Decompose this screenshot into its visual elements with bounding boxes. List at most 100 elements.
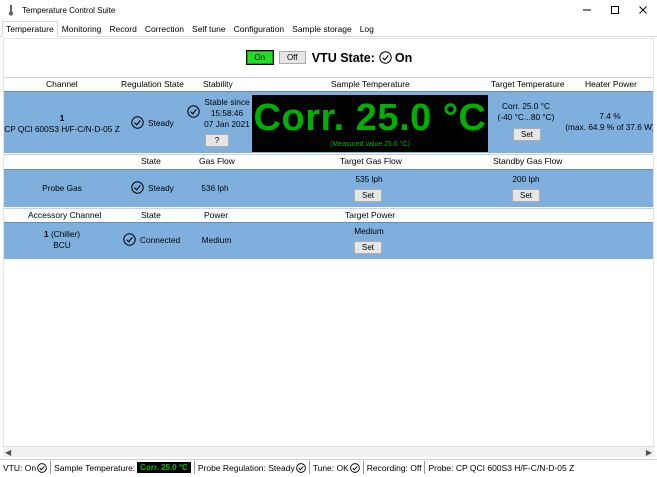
status-probe-regulation: Probe Regulation: Steady bbox=[195, 461, 310, 474]
stability-line1: Stable since bbox=[204, 97, 250, 107]
temperature-panel: On Off VTU State: On Channel Regulation … bbox=[3, 38, 654, 450]
gas-state: Steady bbox=[131, 181, 174, 194]
minimize-icon bbox=[583, 9, 591, 11]
accessory-name: BCU bbox=[53, 240, 71, 250]
tab-self-tune[interactable]: Self tune bbox=[188, 22, 230, 36]
header-regulation-state: Regulation State bbox=[121, 79, 184, 89]
vtu-controls: On Off VTU State: On bbox=[4, 39, 653, 76]
stability-help-button[interactable]: ? bbox=[205, 134, 229, 147]
accessory-row: 1 (Chiller) BCU Connected Medium Medium … bbox=[4, 222, 653, 259]
target-power-value: Medium bbox=[354, 226, 384, 236]
app-icon bbox=[6, 4, 16, 16]
header-target-gas-flow: Target Gas Flow bbox=[340, 156, 402, 166]
check-circle-icon bbox=[37, 462, 47, 473]
accessory-channel: 1 (Chiller) bbox=[4, 229, 120, 239]
tab-log[interactable]: Log bbox=[356, 22, 378, 36]
tab-correction[interactable]: Correction bbox=[141, 22, 188, 36]
scroll-left-icon[interactable]: ◀ bbox=[5, 448, 11, 457]
target-temperature-value: Corr. 25.0 °C bbox=[501, 101, 551, 111]
standby-gas-flow-value: 200 lph bbox=[512, 174, 540, 184]
gas-state-label: Steady bbox=[148, 182, 174, 193]
accessory-channel-number: 1 bbox=[44, 229, 49, 239]
maximize-button[interactable] bbox=[601, 0, 629, 20]
standby-gas-flow-set-button[interactable]: Set bbox=[512, 189, 540, 202]
target-power-set-button[interactable]: Set bbox=[354, 241, 382, 254]
header-gas-state: State bbox=[141, 156, 161, 166]
heater-power-value: 7.4 % bbox=[599, 111, 621, 121]
status-probe: Probe: CP QCI 600S3 H/F-C/N-D-05 Z bbox=[425, 461, 577, 474]
vtu-state-value: On bbox=[394, 50, 413, 65]
stability-date: 07 Jan 2021 bbox=[204, 119, 250, 129]
check-circle-icon bbox=[123, 233, 136, 246]
header-target-power: Target Power bbox=[345, 210, 396, 220]
accessory-power: Medium bbox=[201, 235, 232, 245]
check-circle-icon bbox=[295, 462, 306, 473]
heater-power-max: (max. 64.9 % of 37.6 W) bbox=[565, 122, 654, 132]
status-sample-temperature: Sample Temperature: Corr. 25.0 °C bbox=[51, 461, 195, 474]
vtu-state: VTU State: On bbox=[312, 51, 413, 65]
measured-value: (Measured value 25.6 °C) bbox=[330, 141, 410, 148]
regulation-state: Steady bbox=[131, 116, 174, 129]
check-circle-icon bbox=[349, 462, 360, 473]
stability-time: 15:58:46 bbox=[210, 108, 244, 118]
horizontal-scrollbar[interactable]: ◀ ▶ bbox=[3, 446, 654, 457]
accessory-state: Connected bbox=[123, 233, 180, 246]
scroll-right-icon[interactable]: ▶ bbox=[646, 448, 652, 457]
status-probe-label: Probe: CP QCI 600S3 H/F-C/N-D-05 Z bbox=[428, 462, 575, 473]
check-circle-icon bbox=[379, 51, 392, 64]
gas-name: Probe Gas bbox=[42, 183, 82, 193]
header-target-temperature: Target Temperature bbox=[491, 79, 565, 89]
target-temperature-set-button[interactable]: Set bbox=[513, 128, 541, 141]
accessory-channel-type: (Chiller) bbox=[50, 229, 80, 239]
close-button[interactable] bbox=[629, 0, 657, 20]
status-bar: VTU: On Sample Temperature: Corr. 25.0 °… bbox=[0, 459, 657, 475]
status-probe-regulation-label: Probe Regulation: Steady bbox=[197, 462, 295, 473]
channel-name: CP QCI 600S3 H/F-C/N-D-05 Z bbox=[4, 124, 120, 134]
status-recording: Recording: Off bbox=[364, 461, 426, 474]
header-accessory-state: State bbox=[141, 210, 161, 220]
status-vtu: VTU: On bbox=[0, 461, 52, 474]
window-title: Temperature Control Suite bbox=[22, 5, 116, 15]
header-channel: Channel bbox=[46, 79, 78, 89]
target-gas-flow-set-button[interactable]: Set bbox=[354, 189, 382, 202]
header-power: Power bbox=[204, 210, 229, 220]
status-sample-value: Corr. 25.0 °C bbox=[137, 462, 191, 473]
title-bar: Temperature Control Suite bbox=[0, 0, 657, 20]
vtu-off-button[interactable]: Off bbox=[278, 51, 306, 64]
sample-temperature-value: Corr. 25.0 °C bbox=[253, 97, 487, 139]
gas-table-header: State Gas Flow Target Gas Flow Standby G… bbox=[4, 154, 653, 168]
check-circle-icon bbox=[131, 116, 144, 129]
tab-monitoring[interactable]: Monitoring bbox=[58, 22, 106, 36]
header-sample-temperature: Sample Temperature bbox=[331, 79, 410, 89]
gas-flow-value: 536 lph bbox=[201, 183, 229, 193]
sample-temperature-display: Corr. 25.0 °C (Measured value 25.6 °C) bbox=[252, 95, 488, 152]
header-standby-gas-flow: Standby Gas Flow bbox=[493, 156, 563, 166]
status-recording-label: Recording: Off bbox=[366, 462, 422, 473]
status-tune: Tune: OK bbox=[310, 461, 364, 474]
tab-temperature[interactable]: Temperature bbox=[2, 21, 58, 37]
accessory-state-label: Connected bbox=[140, 234, 181, 245]
header-accessory-channel: Accessory Channel bbox=[28, 210, 102, 220]
tab-configuration[interactable]: Configuration bbox=[230, 22, 289, 36]
minimize-button[interactable] bbox=[573, 0, 601, 20]
tab-bar: Temperature Monitoring Record Correction… bbox=[0, 21, 657, 37]
status-vtu-label: VTU: On bbox=[3, 462, 37, 473]
accessory-table-header: Accessory Channel State Power Target Pow… bbox=[4, 208, 653, 222]
check-circle-icon bbox=[131, 181, 144, 194]
target-temperature-range: (-40 °C...80 °C) bbox=[497, 112, 555, 122]
header-gas-flow: Gas Flow bbox=[199, 156, 235, 166]
maximize-icon bbox=[611, 6, 619, 14]
close-icon bbox=[639, 6, 647, 14]
tab-record[interactable]: Record bbox=[105, 22, 140, 36]
header-stability: Stability bbox=[203, 79, 233, 89]
vtu-state-label: VTU State: bbox=[311, 50, 375, 65]
target-gas-flow-value: 535 lph bbox=[355, 174, 383, 184]
status-sample-label: Sample Temperature: bbox=[54, 462, 136, 473]
vtu-on-button[interactable]: On bbox=[245, 50, 274, 65]
channel-table-header: Channel Regulation State Stability Sampl… bbox=[4, 77, 653, 91]
status-tune-label: Tune: OK bbox=[312, 462, 349, 473]
regulation-state-label: Steady bbox=[148, 117, 174, 128]
probe-gas-row: Probe Gas Steady 536 lph 535 lph Set 200… bbox=[4, 169, 653, 207]
tab-sample-storage[interactable]: Sample storage bbox=[288, 22, 356, 36]
header-heater-power: Heater Power bbox=[585, 79, 637, 89]
